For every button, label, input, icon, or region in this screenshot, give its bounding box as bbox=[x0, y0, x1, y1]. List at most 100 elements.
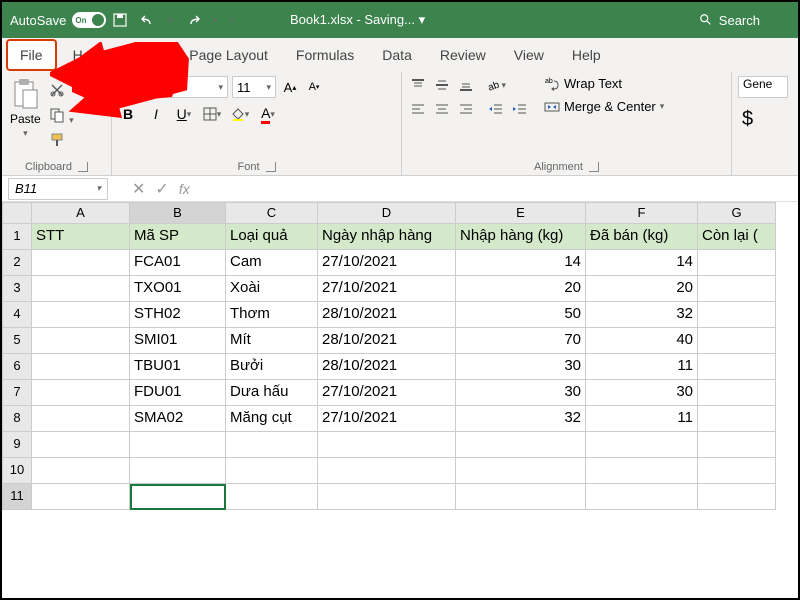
cell[interactable] bbox=[586, 458, 698, 484]
cell[interactable] bbox=[226, 432, 318, 458]
cell[interactable] bbox=[130, 432, 226, 458]
cell[interactable]: STH02 bbox=[130, 302, 226, 328]
decrease-indent-icon[interactable] bbox=[486, 100, 506, 118]
cell[interactable]: 27/10/2021 bbox=[318, 250, 456, 276]
merge-center-button[interactable]: Merge & Center ▾ bbox=[544, 99, 664, 114]
font-size-select[interactable]: 11▾ bbox=[232, 76, 276, 98]
cell[interactable]: 32 bbox=[586, 302, 698, 328]
cell[interactable] bbox=[32, 458, 130, 484]
cell[interactable]: 20 bbox=[456, 276, 586, 302]
cell[interactable]: 70 bbox=[456, 328, 586, 354]
tab-page-layout[interactable]: Page Layout bbox=[177, 41, 280, 69]
decrease-font-icon[interactable]: A▾ bbox=[304, 77, 324, 97]
cell[interactable]: SMA02 bbox=[130, 406, 226, 432]
cell[interactable]: Nhập hàng (kg) bbox=[456, 224, 586, 250]
row-header[interactable]: 2 bbox=[2, 250, 32, 276]
cell[interactable]: STT bbox=[32, 224, 130, 250]
autosave-control[interactable]: AutoSave On bbox=[10, 12, 106, 28]
tab-file[interactable]: File bbox=[6, 39, 57, 71]
cell[interactable]: 20 bbox=[586, 276, 698, 302]
cell[interactable] bbox=[698, 484, 776, 510]
cell[interactable] bbox=[698, 458, 776, 484]
col-header[interactable]: E bbox=[456, 202, 586, 224]
currency-button[interactable]: $ bbox=[738, 104, 786, 135]
increase-indent-icon[interactable] bbox=[510, 100, 530, 118]
row-header[interactable]: 4 bbox=[2, 302, 32, 328]
cell[interactable]: Bưởi bbox=[226, 354, 318, 380]
row-header[interactable]: 11 bbox=[2, 484, 32, 510]
row-header[interactable]: 7 bbox=[2, 380, 32, 406]
col-header[interactable]: D bbox=[318, 202, 456, 224]
cell[interactable] bbox=[698, 250, 776, 276]
cell[interactable] bbox=[698, 328, 776, 354]
cell[interactable]: Mã SP bbox=[130, 224, 226, 250]
col-header[interactable]: G bbox=[698, 202, 776, 224]
qat-customize-icon[interactable]: ▿ bbox=[229, 15, 234, 26]
cell[interactable]: FDU01 bbox=[130, 380, 226, 406]
cell[interactable] bbox=[586, 484, 698, 510]
fill-color-icon[interactable]: ▾ bbox=[230, 104, 250, 124]
cell[interactable]: 14 bbox=[586, 250, 698, 276]
autosave-toggle[interactable]: On bbox=[72, 12, 106, 28]
cell[interactable]: 30 bbox=[456, 354, 586, 380]
save-icon[interactable] bbox=[112, 12, 128, 28]
name-box[interactable]: B11▾ bbox=[8, 178, 108, 200]
cell[interactable]: Đã bán (kg) bbox=[586, 224, 698, 250]
cell[interactable]: TBU01 bbox=[130, 354, 226, 380]
cell[interactable]: Còn lại ( bbox=[698, 224, 776, 250]
spreadsheet-grid[interactable]: A B C D E F G 1STTMã SPLoại quảNgày nhập… bbox=[2, 202, 798, 510]
borders-icon[interactable]: ▾ bbox=[202, 104, 222, 124]
row-header[interactable]: 8 bbox=[2, 406, 32, 432]
cell[interactable]: Loại quả bbox=[226, 224, 318, 250]
cell[interactable]: 32 bbox=[456, 406, 586, 432]
cell[interactable]: 11 bbox=[586, 354, 698, 380]
cell[interactable]: 11 bbox=[586, 406, 698, 432]
cell[interactable]: 50 bbox=[456, 302, 586, 328]
cell[interactable] bbox=[698, 406, 776, 432]
row-header[interactable]: 9 bbox=[2, 432, 32, 458]
tab-data[interactable]: Data bbox=[370, 41, 424, 69]
align-bottom-icon[interactable] bbox=[456, 76, 476, 94]
cell[interactable] bbox=[32, 328, 130, 354]
cell[interactable]: 28/10/2021 bbox=[318, 302, 456, 328]
row-header[interactable]: 10 bbox=[2, 458, 32, 484]
undo-icon[interactable] bbox=[140, 12, 156, 28]
fx-icon[interactable]: fx bbox=[179, 181, 190, 197]
cell[interactable] bbox=[318, 484, 456, 510]
paste-button[interactable]: Paste ▾ bbox=[8, 76, 43, 159]
dialog-launcher-icon[interactable] bbox=[266, 162, 276, 172]
align-middle-icon[interactable] bbox=[432, 76, 452, 94]
cell[interactable] bbox=[32, 432, 130, 458]
cell[interactable]: FCA01 bbox=[130, 250, 226, 276]
cell[interactable]: Ngày nhập hàng bbox=[318, 224, 456, 250]
cell[interactable]: 40 bbox=[586, 328, 698, 354]
cell[interactable] bbox=[32, 250, 130, 276]
tab-review[interactable]: Review bbox=[428, 41, 498, 69]
cell[interactable] bbox=[698, 302, 776, 328]
number-format-select[interactable]: Gene bbox=[738, 76, 788, 98]
align-left-icon[interactable] bbox=[408, 100, 428, 118]
row-header[interactable]: 3 bbox=[2, 276, 32, 302]
redo-dropdown-icon[interactable]: ▾ bbox=[213, 15, 218, 26]
cell[interactable] bbox=[318, 432, 456, 458]
cell[interactable]: Mít bbox=[226, 328, 318, 354]
col-header[interactable]: C bbox=[226, 202, 318, 224]
align-center-icon[interactable] bbox=[432, 100, 452, 118]
cell[interactable]: 30 bbox=[586, 380, 698, 406]
col-header[interactable]: F bbox=[586, 202, 698, 224]
cell[interactable] bbox=[130, 484, 226, 510]
undo-dropdown-icon[interactable]: ▾ bbox=[168, 15, 173, 26]
cell[interactable] bbox=[32, 302, 130, 328]
cell[interactable] bbox=[226, 458, 318, 484]
align-top-icon[interactable] bbox=[408, 76, 428, 94]
dialog-launcher-icon[interactable] bbox=[589, 162, 599, 172]
cell[interactable]: 28/10/2021 bbox=[318, 354, 456, 380]
redo-icon[interactable] bbox=[185, 12, 201, 28]
col-header[interactable]: A bbox=[32, 202, 130, 224]
enter-icon[interactable]: ✓ bbox=[155, 179, 168, 199]
col-header[interactable]: B bbox=[130, 202, 226, 224]
tab-view[interactable]: View bbox=[502, 41, 556, 69]
cell[interactable]: 27/10/2021 bbox=[318, 380, 456, 406]
cell[interactable]: Cam bbox=[226, 250, 318, 276]
format-painter-icon[interactable] bbox=[49, 132, 74, 153]
